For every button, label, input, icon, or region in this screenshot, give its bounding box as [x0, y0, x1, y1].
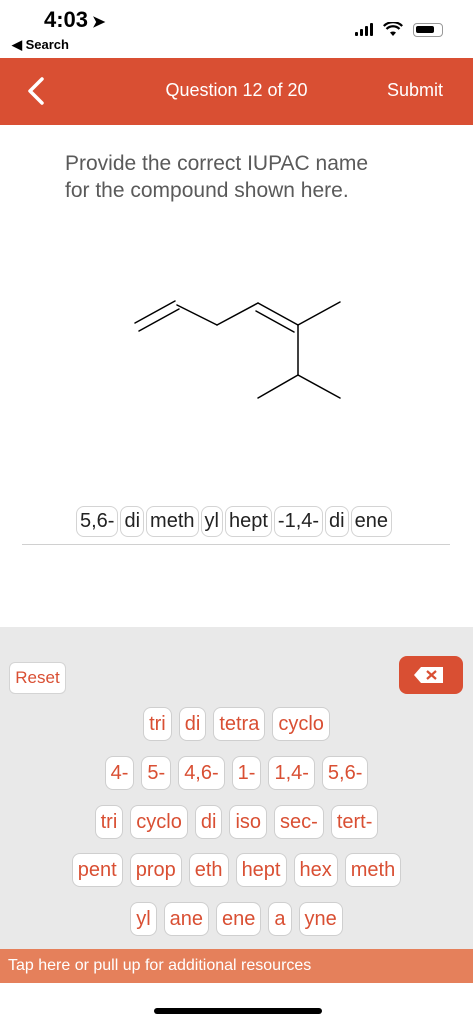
key-yne[interactable]: yne	[298, 902, 343, 936]
status-time: 4:03 ➤	[44, 7, 105, 33]
key-row-suffixes: yl ane ene a yne	[0, 902, 473, 936]
key-prop[interactable]: prop	[129, 853, 182, 887]
home-indicator[interactable]	[154, 1008, 322, 1014]
key-ene[interactable]: ene	[216, 902, 262, 936]
back-to-search-link[interactable]: ◀ Search	[12, 37, 69, 53]
key-pent[interactable]: pent	[71, 853, 123, 887]
status-bar: 4:03 ➤ ◀ Search	[0, 0, 473, 58]
key-hex[interactable]: hex	[293, 853, 338, 887]
key-di[interactable]: di	[178, 707, 207, 741]
key-ane[interactable]: ane	[163, 902, 210, 936]
key-sec[interactable]: sec-	[274, 805, 324, 839]
answer-chip[interactable]: 5,6-	[76, 506, 119, 537]
cellular-signal-icon	[355, 23, 373, 36]
answer-chip[interactable]: -1,4-	[273, 506, 324, 537]
key-1-4[interactable]: 1,4-	[268, 756, 315, 790]
key-tri[interactable]: tri	[94, 805, 124, 839]
reset-button[interactable]: Reset	[9, 662, 66, 694]
key-cyclo[interactable]: cyclo	[130, 805, 188, 839]
question-prompt: Provide the correct IUPAC name for the c…	[65, 150, 425, 204]
key-tetra[interactable]: tetra	[213, 707, 266, 741]
backspace-button[interactable]	[399, 656, 463, 694]
key-row-roots: pent prop eth hept hex meth	[0, 853, 473, 887]
key-cyclo[interactable]: cyclo	[272, 707, 330, 741]
location-arrow-icon: ➤	[92, 14, 106, 31]
key-row-multipliers: tri di tetra cyclo	[0, 707, 473, 741]
key-eth[interactable]: eth	[188, 853, 229, 887]
answer-chip[interactable]: hept	[224, 506, 272, 537]
key-row-prefixes: tri cyclo di iso sec- tert-	[0, 805, 473, 839]
key-iso[interactable]: iso	[229, 805, 268, 839]
answer-chip[interactable]: yl	[200, 506, 223, 537]
answer-area[interactable]: 5,6- di meth yl hept -1,4- di ene	[76, 506, 392, 537]
key-4[interactable]: 4-	[104, 756, 135, 790]
key-1[interactable]: 1-	[231, 756, 262, 790]
key-row-locants: 4- 5- 4,6- 1- 1,4- 5,6-	[0, 756, 473, 790]
question-header: Question 12 of 20 Submit	[0, 58, 473, 125]
key-5-6[interactable]: 5,6-	[321, 756, 369, 790]
key-a[interactable]: a	[268, 902, 292, 936]
answer-chip[interactable]: meth	[146, 506, 199, 537]
battery-icon	[413, 22, 443, 37]
key-di[interactable]: di	[194, 805, 223, 839]
time-label: 4:03	[44, 7, 89, 32]
key-tert[interactable]: tert-	[330, 805, 379, 839]
key-yl[interactable]: yl	[130, 902, 157, 936]
backspace-icon	[414, 667, 443, 683]
key-4-6[interactable]: 4,6-	[178, 756, 225, 790]
key-meth[interactable]: meth	[344, 853, 402, 887]
key-hept[interactable]: hept	[235, 853, 287, 887]
submit-button[interactable]: Submit	[387, 80, 443, 101]
answer-chip[interactable]: ene	[350, 506, 392, 537]
additional-resources-bar[interactable]: Tap here or pull up for additional resou…	[0, 949, 473, 983]
resources-label: Tap here or pull up for additional resou…	[8, 957, 312, 974]
answer-chip[interactable]: di	[325, 506, 349, 537]
name-builder-keyboard: Reset tri di tetra cyclo 4- 5- 4,6- 1- 1…	[0, 627, 473, 949]
key-5[interactable]: 5-	[141, 756, 172, 790]
key-tri[interactable]: tri	[143, 707, 172, 741]
answer-underline	[22, 544, 450, 545]
answer-chip[interactable]: di	[120, 506, 145, 537]
status-icons	[355, 22, 443, 37]
wifi-icon	[383, 22, 403, 36]
prompt-line-1: Provide the correct IUPAC name	[65, 152, 369, 175]
prompt-line-2: for the compound shown here.	[65, 179, 349, 202]
molecule-structure	[134, 300, 341, 399]
